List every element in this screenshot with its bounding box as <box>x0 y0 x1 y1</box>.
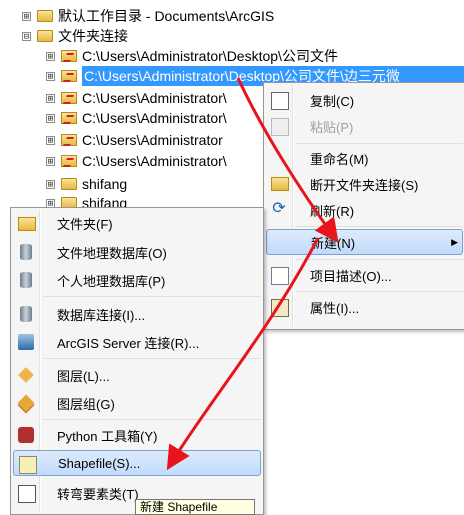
menu-item-label: 数据库连接(I)... <box>57 307 146 323</box>
submenu-item-arcgis-server-connection[interactable]: ArcGIS Server 连接(R)... <box>13 329 261 355</box>
tree-row-label: C:\Users\Administrator\ <box>82 153 227 169</box>
tree-row-connection[interactable]: ⊞ C:\Users\Administrator <box>46 130 223 150</box>
menu-item-label: 断开文件夹连接(S) <box>310 177 419 193</box>
new-submenu: 文件夹(F) 文件地理数据库(O) 个人地理数据库(P) 数据库连接(I)...… <box>10 207 264 515</box>
expand-icon[interactable]: ⊞ <box>46 51 55 61</box>
menu-item-copy[interactable]: 复制(C) <box>266 87 463 113</box>
folder-connection-icon <box>61 70 77 82</box>
disconnect-folder-icon <box>271 177 289 191</box>
menu-item-item-description[interactable]: 项目描述(O)... <box>266 262 463 288</box>
context-menu: 复制(C) 粘贴(P) 重命名(M) 断开文件夹连接(S) ⟳ 刷新(R) 新建… <box>263 82 464 330</box>
collapse-icon[interactable]: ⊟ <box>22 31 31 41</box>
folder-connection-icon <box>61 112 77 124</box>
menu-item-label: ArcGIS Server 连接(R)... <box>57 335 200 351</box>
tree-row-label: C:\Users\Administrator <box>82 132 223 148</box>
menu-item-disconnect-folder[interactable]: 断开文件夹连接(S) <box>266 171 463 197</box>
tree-row-connection[interactable]: ⊞ C:\Users\Administrator\ <box>46 151 227 171</box>
folder-icon <box>61 178 77 190</box>
personal-geodatabase-icon <box>20 272 32 288</box>
layer-icon <box>18 367 34 383</box>
properties-icon <box>271 299 289 317</box>
menu-separator <box>296 226 463 227</box>
submenu-item-database-connection[interactable]: 数据库连接(I)... <box>13 301 261 327</box>
expand-icon[interactable]: ⊞ <box>46 135 55 145</box>
menu-item-label: Python 工具箱(Y) <box>57 428 158 444</box>
tree-row-label: shifang <box>82 176 128 192</box>
menu-item-label: 重命名(M) <box>310 151 369 167</box>
menu-item-label: 个人地理数据库(P) <box>57 273 166 289</box>
folder-connections-icon <box>37 30 53 42</box>
tree-row-label: C:\Users\Administrator\ <box>82 90 227 106</box>
menu-item-label: 文件地理数据库(O) <box>57 245 167 261</box>
menu-item-label: Shapefile(S)... <box>58 455 141 471</box>
submenu-item-python-toolbox[interactable]: Python 工具箱(Y) <box>13 422 261 448</box>
menu-item-label: 新建(N) <box>311 235 356 251</box>
menu-item-label: 刷新(R) <box>310 203 355 219</box>
layer-group-icon <box>17 394 35 412</box>
tree-row-label: 默认工作目录 - Documents\ArcGIS <box>58 8 275 24</box>
folder-icon <box>18 217 36 231</box>
submenu-item-layer[interactable]: 图层(L)... <box>13 362 261 388</box>
menu-item-label: 复制(C) <box>310 93 355 109</box>
submenu-item-file-geodatabase[interactable]: 文件地理数据库(O) <box>13 239 261 265</box>
menu-separator <box>296 259 463 260</box>
item-description-icon <box>271 267 289 285</box>
shapefile-icon <box>19 456 37 474</box>
expand-icon[interactable]: ⊞ <box>46 156 55 166</box>
menu-item-label: 图层(L)... <box>57 368 110 384</box>
folder-connection-icon <box>61 134 77 146</box>
submenu-item-shapefile[interactable]: Shapefile(S)... <box>13 450 261 476</box>
refresh-icon: ⟳ <box>272 200 286 217</box>
submenu-item-folder[interactable]: 文件夹(F) <box>13 210 261 236</box>
menu-separator <box>43 419 261 420</box>
menu-item-rename[interactable]: 重命名(M) <box>266 145 463 171</box>
menu-item-paste[interactable]: 粘贴(P) <box>266 113 463 139</box>
folder-connection-icon <box>61 50 77 62</box>
menu-item-label: 文件夹(F) <box>57 216 113 232</box>
expand-icon[interactable]: ⊞ <box>46 71 55 81</box>
tree-row-connection[interactable]: ⊞ C:\Users\Administrator\ <box>46 88 227 108</box>
tree-row-label: 文件夹连接 <box>58 28 128 44</box>
menu-item-refresh[interactable]: ⟳ 刷新(R) <box>266 197 463 223</box>
tree-row-label: C:\Users\Administrator\ <box>82 110 227 126</box>
expand-icon[interactable]: ⊞ <box>46 179 55 189</box>
tree-row-default-home[interactable]: ⊞ 默认工作目录 - Documents\ArcGIS <box>22 6 274 26</box>
expand-icon[interactable]: ⊞ <box>46 93 55 103</box>
paste-icon <box>271 118 289 136</box>
menu-item-properties[interactable]: 属性(I)... <box>266 294 463 320</box>
menu-separator <box>43 296 261 297</box>
menu-item-label: 图层组(G) <box>57 396 115 412</box>
expand-icon[interactable]: ⊞ <box>22 11 31 21</box>
folder-home-icon <box>37 10 53 22</box>
tree-row-folder-connections[interactable]: ⊟ 文件夹连接 <box>22 26 128 46</box>
file-geodatabase-icon <box>20 244 32 260</box>
tree-row-folder[interactable]: ⊞ shifang <box>46 174 127 194</box>
submenu-arrow-icon: ▶ <box>451 236 458 247</box>
menu-item-label: 转弯要素类(T) <box>57 486 139 502</box>
menu-item-label: 项目描述(O)... <box>310 268 392 284</box>
folder-connection-icon <box>61 155 77 167</box>
arcgis-server-icon <box>18 334 34 350</box>
turn-feature-class-icon <box>18 485 36 503</box>
menu-separator <box>296 143 463 144</box>
menu-item-label: 粘贴(P) <box>310 119 354 135</box>
tree-row-connection[interactable]: ⊞ C:\Users\Administrator\Desktop\公司文件 <box>46 46 338 66</box>
expand-icon[interactable]: ⊞ <box>46 113 55 123</box>
database-connection-icon <box>20 306 32 322</box>
python-toolbox-icon <box>18 427 34 443</box>
tree-row-connection[interactable]: ⊞ C:\Users\Administrator\ <box>46 108 227 128</box>
menu-separator <box>296 291 463 292</box>
tree-row-label: C:\Users\Administrator\Desktop\公司文件 <box>82 48 338 64</box>
menu-item-new[interactable]: 新建(N) ▶ <box>266 229 463 255</box>
copy-icon <box>271 92 289 110</box>
menu-separator <box>43 358 261 359</box>
submenu-item-layer-group[interactable]: 图层组(G) <box>13 390 261 416</box>
folder-connection-icon <box>61 92 77 104</box>
menu-item-label: 属性(I)... <box>310 300 360 316</box>
submenu-item-personal-geodatabase[interactable]: 个人地理数据库(P) <box>13 267 261 293</box>
